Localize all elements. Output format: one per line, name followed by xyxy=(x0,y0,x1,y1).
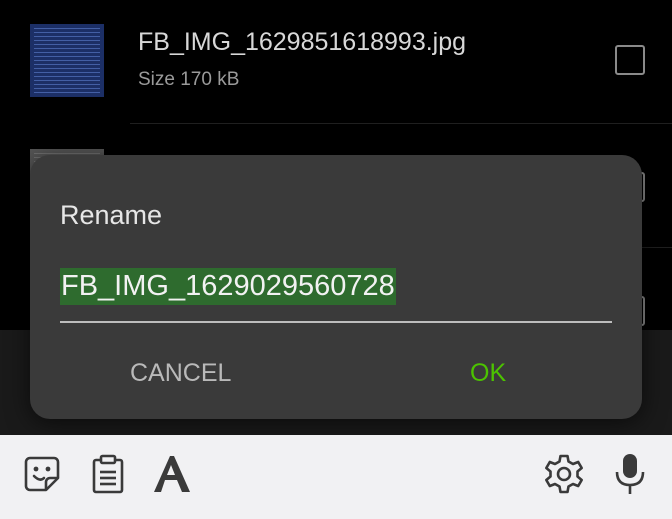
settings-gear-icon[interactable] xyxy=(542,452,586,496)
file-name: FB_IMG_1629851618993.jpg xyxy=(138,28,467,56)
rename-dialog: Rename FB_IMG_1629029560728 CANCEL OK xyxy=(30,155,642,419)
cancel-button[interactable]: CANCEL xyxy=(120,353,241,394)
select-checkbox[interactable] xyxy=(615,45,645,75)
microphone-icon[interactable] xyxy=(608,452,652,496)
clipboard-icon[interactable] xyxy=(86,452,130,496)
keyboard-toolbar xyxy=(0,435,672,519)
file-thumbnail xyxy=(30,24,104,97)
file-row[interactable]: FB_IMG_1629851618993.jpg Size 170 kB xyxy=(0,0,672,124)
emoji-sticker-icon[interactable] xyxy=(20,452,64,496)
text-style-icon[interactable] xyxy=(150,452,194,496)
rename-input[interactable]: FB_IMG_1629029560728 xyxy=(60,265,612,323)
rename-input-value[interactable]: FB_IMG_1629029560728 xyxy=(60,268,396,305)
dialog-title: Rename xyxy=(60,200,163,230)
input-underline xyxy=(60,321,612,323)
file-size: Size 170 kB xyxy=(138,69,240,90)
ok-button[interactable]: OK xyxy=(460,353,516,394)
